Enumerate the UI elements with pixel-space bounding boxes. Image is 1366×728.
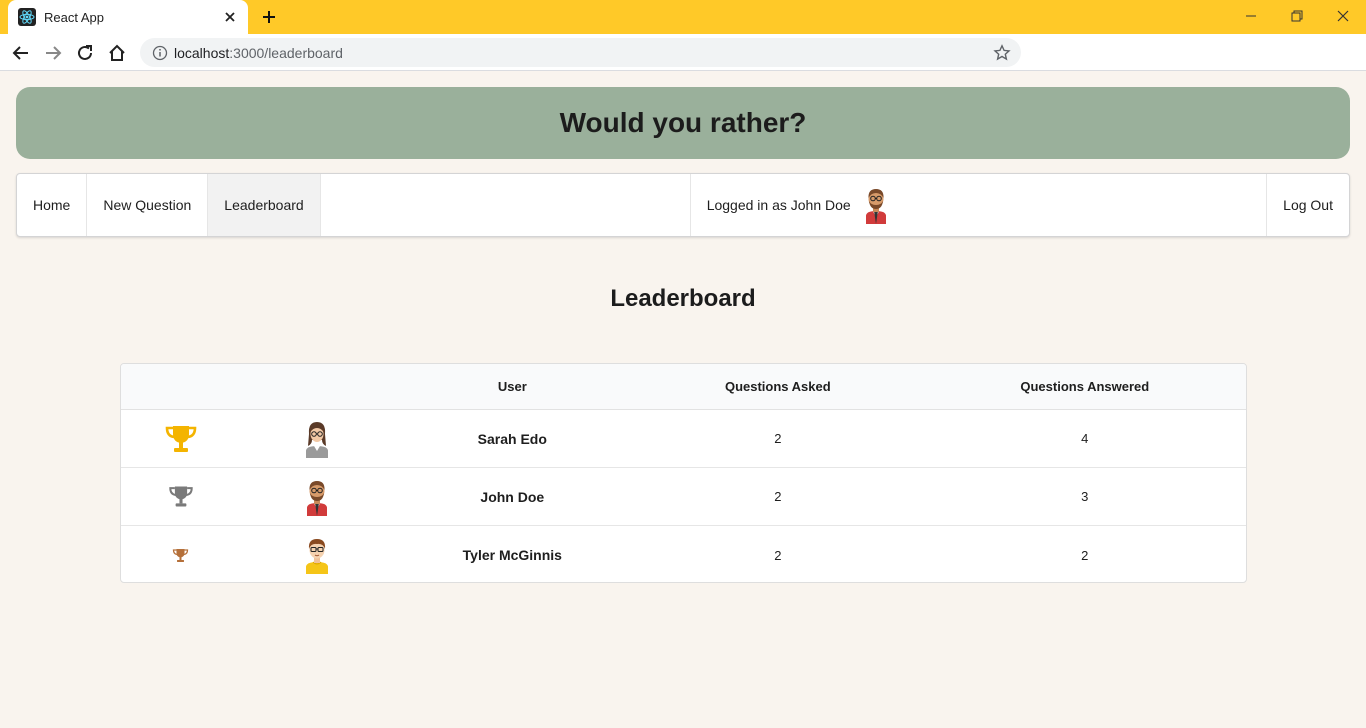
- table-row: John Doe 2 3: [121, 468, 1246, 526]
- user-name: Tyler McGinnis: [462, 547, 562, 563]
- nav-home[interactable]: Home: [17, 174, 88, 236]
- home-icon[interactable]: [106, 42, 128, 64]
- questions-answered: 2: [1081, 547, 1089, 563]
- reload-icon[interactable]: [74, 42, 96, 64]
- questions-asked: 2: [774, 547, 782, 563]
- avatar-woman-glasses: [241, 410, 393, 467]
- avatar-man-beard: [241, 468, 393, 525]
- trophy-gold-icon: [121, 410, 241, 467]
- logged-in-user: Logged in as John Doe: [691, 174, 1268, 236]
- logged-in-text: Logged in as John Doe: [706, 197, 851, 213]
- app-banner: Would you rather?: [16, 87, 1350, 159]
- questions-answered: 3: [1081, 489, 1089, 504]
- new-tab-icon[interactable]: [260, 8, 278, 26]
- forward-arrow-icon[interactable]: [42, 42, 64, 64]
- header-rank: [121, 364, 241, 409]
- site-info-icon[interactable]: [152, 45, 168, 61]
- address-bar[interactable]: localhost:3000/leaderboard: [140, 38, 1021, 67]
- header-user: User: [497, 379, 527, 394]
- browser-tab-bar: React App: [0, 0, 1366, 34]
- app-title: Would you rather?: [559, 107, 807, 138]
- bookmark-star-icon[interactable]: [993, 44, 1011, 62]
- table-row: Tyler McGinnis 2 2: [121, 526, 1246, 582]
- trophy-silver-icon: [121, 468, 241, 525]
- url-path: :3000/leaderboard: [229, 44, 343, 61]
- nav-spacer: [321, 174, 691, 236]
- restore-icon[interactable]: [1274, 0, 1320, 32]
- header-avatar: [241, 364, 393, 409]
- close-tab-icon[interactable]: [222, 9, 238, 25]
- tab-title: React App: [44, 9, 104, 25]
- nav-menu: Home New Question Leaderboard Logged in …: [16, 173, 1350, 237]
- nav-leaderboard[interactable]: Leaderboard: [208, 174, 321, 236]
- back-arrow-icon[interactable]: [10, 42, 32, 64]
- questions-asked: 2: [774, 431, 782, 446]
- user-avatar: [861, 186, 891, 224]
- url-host: localhost: [174, 44, 230, 61]
- logout-button[interactable]: Log Out: [1267, 174, 1349, 236]
- nav-new-question[interactable]: New Question: [87, 174, 209, 236]
- table-row: Sarah Edo 2 4: [121, 410, 1246, 468]
- questions-asked: 2: [774, 489, 782, 504]
- browser-toolbar: localhost:3000/leaderboard: [0, 34, 1366, 71]
- questions-answered: 4: [1081, 431, 1089, 446]
- header-questions-asked: Questions Asked: [724, 379, 831, 394]
- react-logo-icon: [18, 8, 36, 26]
- close-window-icon[interactable]: [1320, 0, 1366, 32]
- page-title: Leaderboard: [610, 285, 756, 312]
- leaderboard-table: User Questions Asked Questions Answered: [120, 363, 1247, 583]
- user-name: John Doe: [480, 488, 545, 505]
- avatar-man-glasses: [241, 526, 393, 582]
- table-header: User Questions Asked Questions Answered: [121, 364, 1246, 410]
- minimize-icon[interactable]: [1228, 0, 1274, 32]
- user-name: Sarah Edo: [477, 430, 547, 447]
- trophy-bronze-icon: [121, 526, 241, 582]
- header-questions-answered: Questions Answered: [1020, 379, 1150, 394]
- browser-tab[interactable]: React App: [8, 0, 248, 34]
